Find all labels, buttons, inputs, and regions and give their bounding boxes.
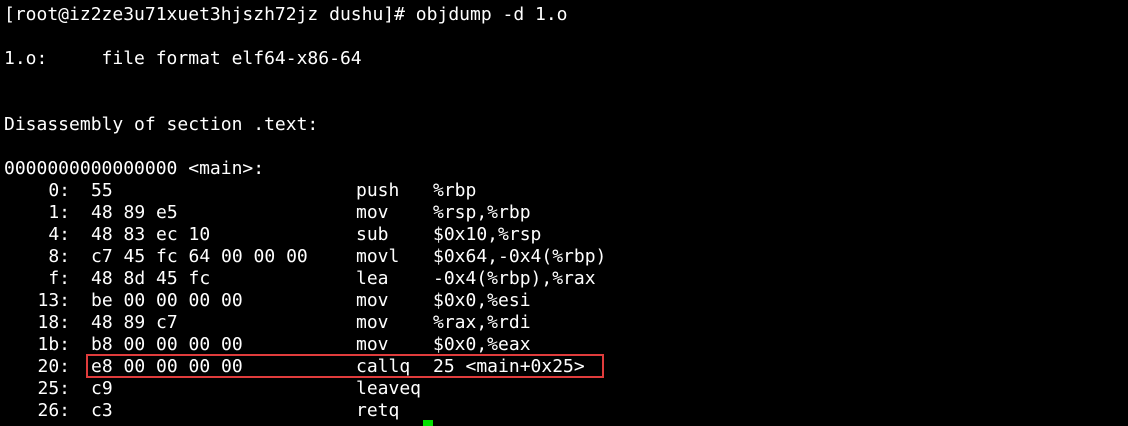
highlight-annotation-box — [86, 354, 604, 378]
instruction-address: 26: — [37, 400, 70, 421]
symbol-header-line: 0000000000000000 <main>: — [4, 158, 265, 179]
instruction-mnemonic: mov — [356, 202, 389, 223]
instruction-row: 4: 48 83 ec 10 sub $0x10,%rsp — [4, 224, 541, 246]
instruction-bytes: 55 — [91, 180, 113, 201]
instruction-row: f: 48 8d 45 fc lea -0x4(%rbp),%rax — [4, 268, 595, 290]
instruction-address: f: — [48, 268, 70, 289]
instruction-mnemonic: retq — [356, 400, 400, 421]
instruction-operands: %rbp — [433, 180, 477, 201]
instruction-mnemonic: mov — [356, 312, 389, 333]
instruction-address: 8: — [48, 246, 70, 267]
instruction-row: 1: 48 89 e5 mov %rsp,%rbp — [4, 202, 530, 224]
instruction-bytes: c7 45 fc 64 00 00 00 — [91, 246, 308, 267]
instruction-row-highlighted: 20: e8 00 00 00 00 callq 25 <main+0x25> — [4, 356, 584, 378]
instruction-bytes: 48 8d 45 fc — [91, 268, 211, 289]
instruction-bytes: 48 89 c7 — [91, 312, 178, 333]
instruction-operands: $0x10,%rsp — [433, 224, 542, 245]
instruction-operands: -0x4(%rbp),%rax — [433, 268, 596, 289]
instruction-row: 1b: b8 00 00 00 00 mov $0x0,%eax — [4, 334, 530, 356]
instruction-address: 13: — [37, 290, 70, 311]
instruction-operands: %rsp,%rbp — [433, 202, 531, 223]
instruction-bytes: 48 89 e5 — [91, 202, 178, 223]
instruction-bytes: b8 00 00 00 00 — [91, 334, 243, 355]
section-header-line: Disassembly of section .text: — [4, 114, 319, 135]
instruction-bytes: c9 — [91, 378, 113, 399]
terminal-cursor — [423, 420, 433, 426]
instruction-bytes: c3 — [91, 400, 113, 421]
instruction-operands: $0x0,%eax — [433, 334, 531, 355]
instruction-address: 4: — [48, 224, 70, 245]
instruction-row: 8: c7 45 fc 64 00 00 00 movl $0x64,-0x4(… — [4, 246, 606, 268]
instruction-bytes: 48 83 ec 10 — [91, 224, 211, 245]
instruction-address: 1: — [48, 202, 70, 223]
instruction-operands: $0x0,%esi — [433, 290, 531, 311]
file-format-line: 1.o: file format elf64-x86-64 — [4, 48, 362, 69]
instruction-operands: $0x64,-0x4(%rbp) — [433, 246, 607, 267]
instruction-address: 0: — [48, 180, 70, 201]
instruction-row: 18: 48 89 c7 mov %rax,%rdi — [4, 312, 530, 334]
instruction-row: 25: c9 leaveq — [4, 378, 421, 400]
instruction-operands: %rax,%rdi — [433, 312, 531, 333]
command-prompt-line: [root@iz2ze3u71xuet3hjszh72jz dushu]# ob… — [4, 4, 568, 25]
instruction-mnemonic: movl — [356, 246, 400, 267]
instruction-mnemonic: mov — [356, 290, 389, 311]
instruction-mnemonic: push — [356, 180, 400, 201]
instruction-row: 13: be 00 00 00 00 mov $0x0,%esi — [4, 290, 530, 312]
instruction-mnemonic: mov — [356, 334, 389, 355]
instruction-mnemonic: sub — [356, 224, 389, 245]
instruction-address: 1b: — [37, 334, 70, 355]
terminal-window[interactable]: [root@iz2ze3u71xuet3hjszh72jz dushu]# ob… — [0, 0, 1128, 426]
instruction-address: 18: — [37, 312, 70, 333]
instruction-bytes: be 00 00 00 00 — [91, 290, 243, 311]
instruction-row: 26: c3 retq — [4, 400, 399, 422]
instruction-mnemonic: lea — [356, 268, 389, 289]
instruction-mnemonic: leaveq — [356, 378, 422, 399]
instruction-address: 25: — [37, 378, 70, 399]
instruction-address: 20: — [37, 356, 70, 377]
instruction-row: 0: 55 push %rbp — [4, 180, 476, 202]
